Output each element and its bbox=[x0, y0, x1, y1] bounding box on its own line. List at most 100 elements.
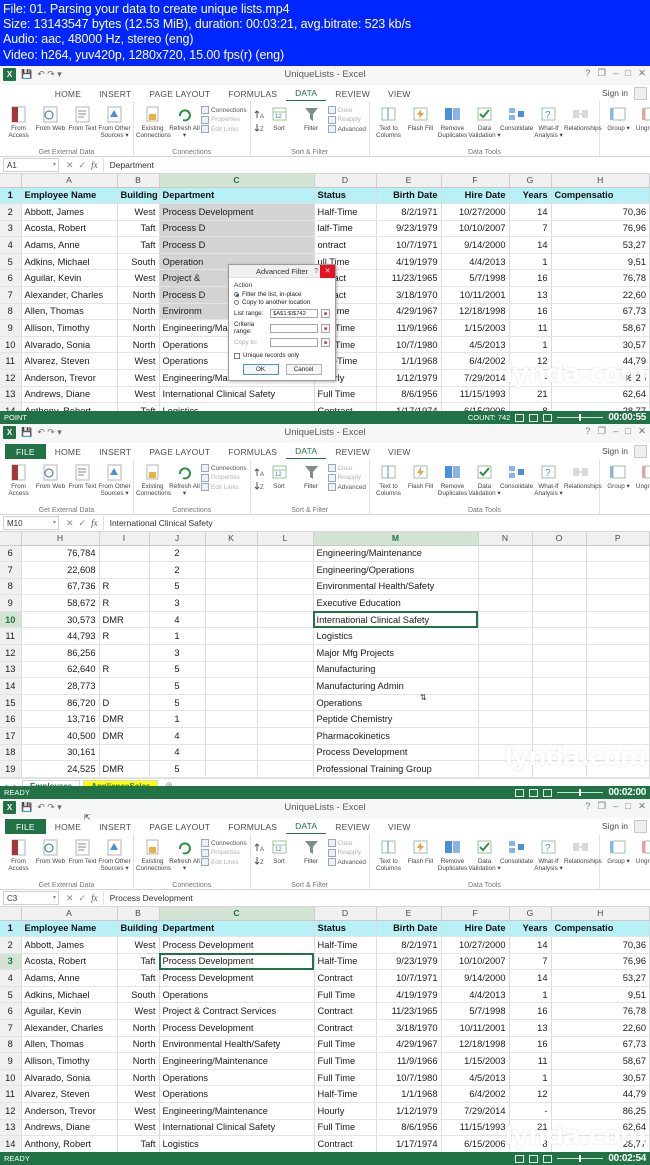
cell-b-3[interactable]: North bbox=[117, 1019, 160, 1037]
cell-e1-3[interactable]: Birth Date bbox=[376, 920, 442, 938]
existing-connections-button-1[interactable]: Existing Connections bbox=[136, 103, 171, 139]
cell-f-1[interactable]: 9/14/2000 bbox=[441, 236, 510, 254]
row-header-8-2[interactable]: 8 bbox=[0, 578, 22, 596]
connections-button-3[interactable]: Connections bbox=[201, 839, 247, 847]
cell-n-2[interactable] bbox=[478, 578, 533, 596]
cell-g-3[interactable]: 1 bbox=[509, 986, 552, 1004]
cell-e-3[interactable]: 4/29/1967 bbox=[376, 1036, 442, 1054]
cell-e-1[interactable]: 10/7/1971 bbox=[376, 236, 442, 254]
cell-h-3[interactable]: 76,96 bbox=[551, 953, 650, 971]
cell-e-3[interactable]: 10/7/1971 bbox=[376, 969, 442, 987]
cell-l-2[interactable] bbox=[257, 677, 314, 695]
status-bar-right-2[interactable]: COUNT: 742 00:00:55 bbox=[468, 412, 646, 423]
column-header-g-1[interactable]: G bbox=[509, 174, 552, 188]
tab-formulas-1[interactable]: FORMULAS bbox=[219, 86, 286, 101]
cell-h-2[interactable]: 76,784 bbox=[21, 545, 100, 563]
cell-n-2[interactable] bbox=[478, 760, 533, 778]
cell-d-3[interactable]: Contract bbox=[314, 1019, 377, 1037]
cell-e-1[interactable]: 1/12/1979 bbox=[376, 369, 442, 387]
avatar-3[interactable] bbox=[634, 820, 647, 833]
cell-g-1[interactable]: 12 bbox=[509, 352, 552, 371]
window-controls-1[interactable]: ? ❐ – □ ✕ bbox=[585, 68, 646, 79]
cell-d-3[interactable]: Half-Time bbox=[314, 1085, 377, 1104]
sort-az-buttons-3[interactable]: A Z bbox=[254, 836, 264, 866]
cell-h-3[interactable]: 76,78 bbox=[551, 1002, 650, 1021]
cell-h-1[interactable]: 28,77 bbox=[551, 402, 650, 411]
cell-f-1[interactable]: 10/10/2007 bbox=[441, 220, 510, 238]
row-header-15-2[interactable]: 15 bbox=[0, 694, 22, 712]
from-access-button-3[interactable]: From Access bbox=[3, 836, 34, 872]
cell-f-3[interactable]: 5/7/1998 bbox=[441, 1002, 510, 1021]
cell-e-1[interactable]: 4/29/1967 bbox=[376, 303, 442, 321]
cell-c-3[interactable]: Engineering/Maintenance bbox=[159, 1052, 315, 1070]
cell-g-1[interactable]: 1 bbox=[509, 253, 552, 271]
cell-i-2[interactable]: DMR bbox=[99, 727, 150, 745]
cell-c-1[interactable]: Process D bbox=[159, 220, 315, 238]
cell-a-1[interactable]: Anthony, Robert bbox=[21, 402, 118, 411]
cell-n-2[interactable] bbox=[478, 561, 533, 579]
cell-m10-selected-2[interactable]: International Clinical Safety bbox=[313, 611, 479, 629]
ribbon-tabs-3[interactable]: FILE HOME INSERT PAGE LAYOUT FORMULAS DA… bbox=[0, 818, 650, 835]
page-layout-view-icon-bottom[interactable] bbox=[529, 1154, 539, 1163]
row-header-6-1[interactable]: 6 bbox=[0, 269, 22, 288]
filter-small-buttons-2[interactable]: Clear Reapply Advanced bbox=[327, 461, 366, 491]
cell-f-1[interactable]: 5/7/1998 bbox=[441, 269, 510, 288]
cell-f-1[interactable]: 12/18/1998 bbox=[441, 303, 510, 321]
cell-o-2[interactable] bbox=[532, 594, 587, 612]
cell-e-1[interactable]: 8/2/1971 bbox=[376, 203, 442, 221]
tab-view-2[interactable]: VIEW bbox=[379, 444, 420, 459]
tab-page-layout-3[interactable]: PAGE LAYOUT bbox=[140, 819, 219, 834]
row-header-9-3[interactable]: 9 bbox=[0, 1052, 22, 1070]
data-validation-button-3[interactable]: Data Validation ▾ bbox=[468, 836, 501, 872]
cell-i-2[interactable] bbox=[99, 561, 150, 579]
cell-b-3[interactable]: West bbox=[117, 1102, 160, 1120]
cell-f-3[interactable]: 10/11/2001 bbox=[441, 1019, 510, 1037]
cell-b-3[interactable]: West bbox=[117, 1085, 160, 1104]
cell-f-3[interactable]: 4/4/2013 bbox=[441, 986, 510, 1004]
cell-h-1[interactable]: 22,60 bbox=[551, 286, 650, 304]
cell-g-1[interactable]: 16 bbox=[509, 269, 552, 288]
formula-bar-3[interactable]: C3 ▾ ✕ ✓ fx Process Development bbox=[0, 890, 650, 907]
cell-o-2[interactable] bbox=[532, 760, 587, 778]
existing-connections-button-3[interactable]: Existing Connections bbox=[136, 836, 171, 872]
cell-h1-1[interactable]: Compensatio bbox=[551, 187, 650, 205]
what-if-analysis-button-3[interactable]: ? What-If Analysis ▾ bbox=[533, 836, 564, 872]
cell-a-1[interactable]: Anderson, Trevor bbox=[21, 369, 118, 387]
ok-button[interactable]: OK bbox=[242, 364, 279, 375]
sign-in-link-1[interactable]: Sign in bbox=[602, 88, 628, 98]
row-header-6-3[interactable]: 6 bbox=[0, 1002, 22, 1021]
cell-n-2[interactable] bbox=[478, 694, 533, 712]
cell-f-1[interactable]: 10/11/2001 bbox=[441, 286, 510, 304]
cell-f-3[interactable]: 6/15/2006 bbox=[441, 1135, 510, 1153]
cell-a-3[interactable]: Andrews, Diane bbox=[21, 1119, 118, 1137]
text-to-columns-button-1[interactable]: Text to Columns bbox=[373, 103, 404, 139]
cell-o-2[interactable] bbox=[532, 661, 587, 679]
row-header-8-3[interactable]: 8 bbox=[0, 1036, 22, 1054]
insert-function-icon-3[interactable]: fx bbox=[91, 893, 98, 903]
clear-filter-button-3[interactable]: Clear bbox=[327, 839, 366, 847]
cell-e-1[interactable]: 9/23/1979 bbox=[376, 220, 442, 238]
tab-view-1[interactable]: VIEW bbox=[379, 86, 420, 101]
cell-g-3[interactable]: 16 bbox=[509, 1036, 552, 1054]
row-header-14-1[interactable]: 14 bbox=[0, 402, 22, 411]
cell-d-1[interactable]: Contract bbox=[314, 402, 377, 411]
avatar-1[interactable] bbox=[634, 87, 647, 100]
edit-links-button-2[interactable]: Edit Links bbox=[201, 483, 247, 491]
remove-duplicates-button-1[interactable]: Remove Duplicates bbox=[437, 103, 468, 139]
sort-button-1[interactable]: 12 Sort bbox=[264, 103, 295, 132]
tab-insert-3[interactable]: INSERT bbox=[90, 819, 140, 834]
cell-c-3[interactable]: Process Development bbox=[159, 936, 315, 954]
cell-h-1[interactable]: 70,36 bbox=[551, 203, 650, 221]
cell-a-3[interactable]: Anthony, Robert bbox=[21, 1135, 118, 1153]
cell-h-1[interactable]: 62,64 bbox=[551, 386, 650, 404]
row-header-13-1[interactable]: 13 bbox=[0, 386, 22, 404]
ribbon-tabs-2[interactable]: FILE HOME INSERT PAGE LAYOUT FORMULAS DA… bbox=[0, 443, 650, 460]
maximize-icon-1[interactable]: □ bbox=[625, 68, 631, 79]
cell-l-2[interactable] bbox=[257, 627, 314, 646]
cell-d-3[interactable]: Half-Time bbox=[314, 953, 377, 971]
name-box-3[interactable]: C3 ▾ bbox=[3, 891, 59, 905]
cell-l-2[interactable] bbox=[257, 760, 314, 778]
consolidate-button-1[interactable]: Consolidate bbox=[500, 103, 533, 132]
group-button-2[interactable]: Group ▾ bbox=[603, 461, 634, 490]
cell-a-1[interactable]: Andrews, Diane bbox=[21, 386, 118, 404]
